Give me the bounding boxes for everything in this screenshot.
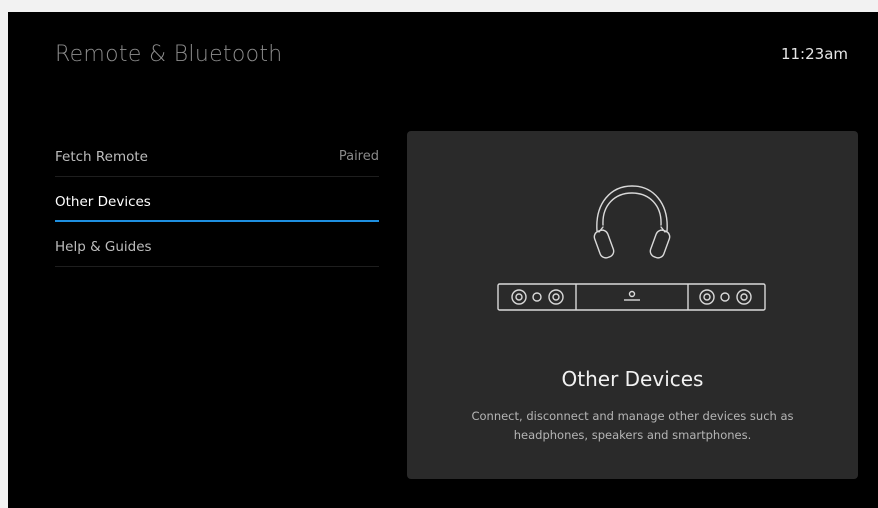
page-title: Remote & Bluetooth [55, 42, 283, 67]
soundbar-icon [497, 283, 766, 311]
menu-item-fetch-remote[interactable]: Fetch Remote Paired [55, 132, 379, 177]
tv-screen: Remote & Bluetooth 11:23am Fetch Remote … [8, 12, 878, 508]
menu-item-label: Fetch Remote [55, 149, 148, 165]
menu-item-help-guides[interactable]: Help & Guides [55, 222, 379, 267]
detail-description: Connect, disconnect and manage other dev… [471, 409, 794, 442]
detail-panel: Other Devices Connect, disconnect and ma… [407, 131, 858, 479]
headphones-icon [593, 185, 671, 259]
menu-item-label: Other Devices [55, 194, 151, 210]
menu-item-other-devices[interactable]: Other Devices [55, 177, 379, 222]
detail-title: Other Devices [561, 367, 704, 391]
status-text: Paired [338, 149, 379, 164]
menu-item-label: Help & Guides [55, 239, 152, 255]
clock: 11:23am [780, 45, 848, 63]
illustration [497, 185, 766, 311]
settings-menu: Fetch Remote Paired Other Devices Help &… [55, 132, 379, 267]
